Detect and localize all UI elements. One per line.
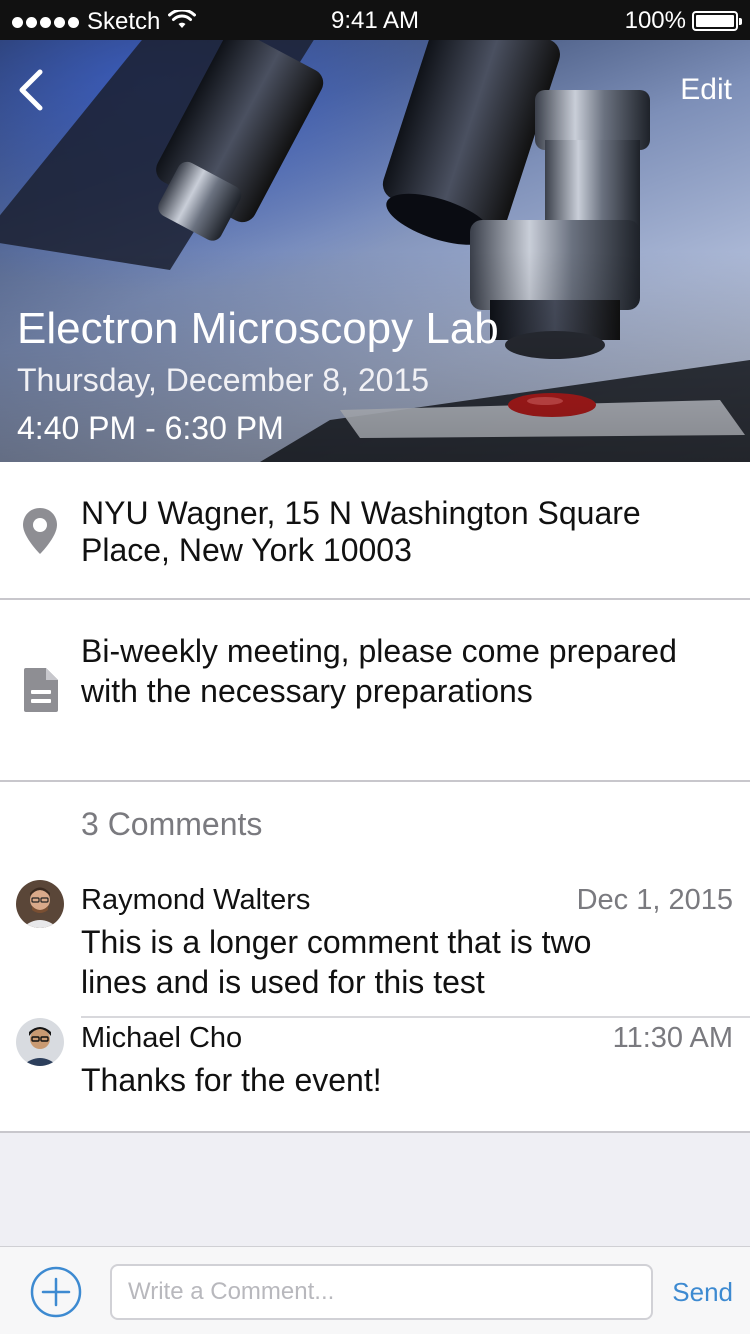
description-line-2: with the necessary preparations	[81, 673, 533, 709]
avatar	[16, 1018, 64, 1066]
comment-body: Thanks for the event!	[81, 1060, 670, 1100]
location-line-1: NYU Wagner, 15 N Washington Square	[81, 495, 641, 531]
location-pin-icon	[20, 506, 60, 561]
description-line-1: Bi-weekly meeting, please come prepared	[81, 633, 677, 669]
event-description-text: Bi-weekly meeting, please come prepared …	[81, 631, 730, 711]
event-location-text: NYU Wagner, 15 N Washington Square Place…	[81, 495, 730, 569]
comment-input[interactable]	[110, 1264, 653, 1320]
avatar	[16, 880, 64, 928]
event-location-row[interactable]: NYU Wagner, 15 N Washington Square Place…	[0, 462, 750, 600]
location-line-2: Place, New York 10003	[81, 532, 412, 568]
comment-body-line-1: This is a longer comment that is two	[81, 924, 592, 960]
chevron-left-icon	[19, 69, 43, 111]
comment-body-line-1: Thanks for the event!	[81, 1062, 382, 1098]
edit-button[interactable]: Edit	[680, 73, 732, 107]
comments-section: 3 Comments Raymond Walters Dec 1, 2015 T…	[0, 782, 750, 1133]
event-title: Electron Microscopy Lab	[17, 304, 499, 353]
document-icon	[20, 666, 60, 719]
comment-date: 11:30 AM	[612, 1022, 733, 1054]
comments-count: 3 Comments	[81, 806, 263, 842]
event-header-image: Edit Electron Microscopy Lab Thursday, D…	[0, 40, 750, 462]
event-time-range: 4:40 PM - 6:30 PM	[17, 410, 284, 446]
comment-body: This is a longer comment that is two lin…	[81, 922, 670, 1002]
battery-percentage: 100%	[624, 7, 686, 34]
plus-circle-icon	[30, 1266, 82, 1318]
add-attachment-button[interactable]	[30, 1266, 82, 1318]
event-header-text: Electron Microscopy Lab Thursday, Decemb…	[17, 302, 499, 448]
comment-date: Dec 1, 2015	[576, 884, 733, 916]
comment-body-line-2: lines and is used for this test	[81, 964, 485, 1000]
status-right: 100%	[624, 7, 742, 35]
battery-icon	[692, 11, 742, 31]
back-button[interactable]	[14, 66, 48, 114]
comment-author: Raymond Walters	[81, 884, 311, 916]
event-description-row: Bi-weekly meeting, please come prepared …	[0, 600, 750, 782]
status-bar: Sketch 9:41 AM 100%	[0, 0, 750, 40]
comment-composer: Send	[0, 1246, 750, 1334]
comment-author: Michael Cho	[81, 1022, 243, 1054]
comment-item: Raymond Walters Dec 1, 2015 This is a lo…	[0, 878, 750, 1018]
comment-item: Michael Cho 11:30 AM Thanks for the even…	[0, 1018, 750, 1133]
event-date: Thursday, December 8, 2015	[17, 362, 430, 398]
send-button[interactable]: Send	[672, 1277, 733, 1308]
